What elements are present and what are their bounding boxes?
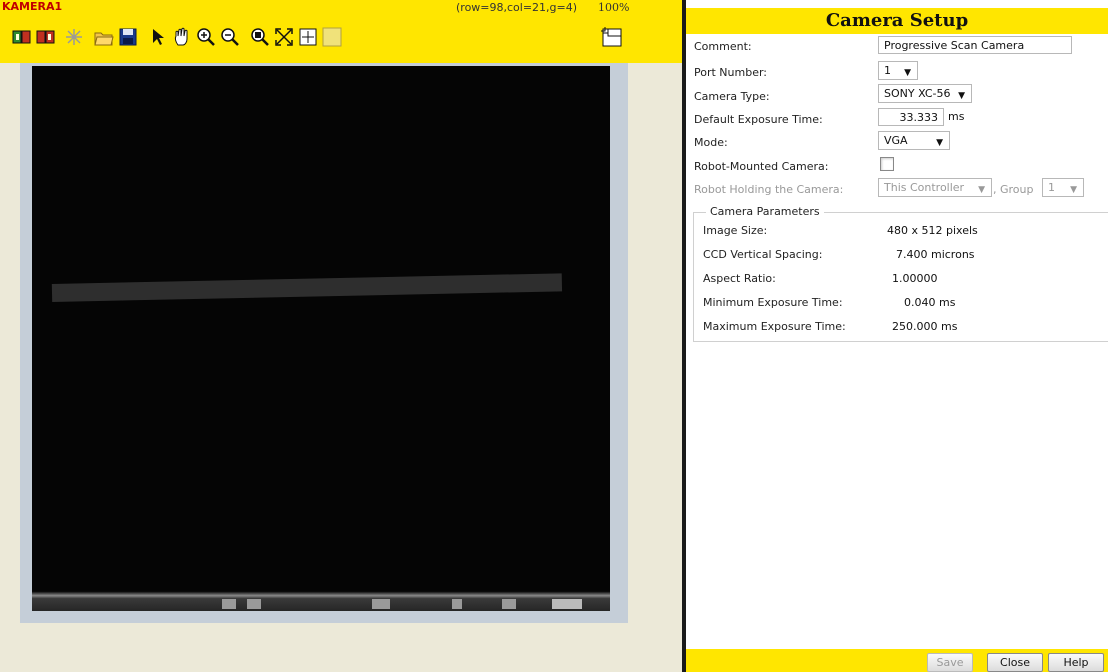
robot-holding-value: This Controller: [884, 181, 965, 194]
camera-image[interactable]: [32, 66, 610, 611]
help-button[interactable]: Help: [1048, 653, 1104, 672]
comment-field[interactable]: Progressive Scan Camera: [878, 36, 1072, 54]
param-value: 0.040 ms: [904, 296, 956, 309]
panel-header: Camera Setup: [686, 8, 1108, 34]
flash-icon[interactable]: [64, 27, 84, 47]
camera-type-value: SONY XC-56: [884, 87, 951, 100]
robot-mounted-label: Robot-Mounted Camera:: [694, 160, 829, 173]
port-value: 1: [884, 64, 891, 77]
open-icon[interactable]: [94, 27, 114, 47]
pointer-icon[interactable]: [148, 27, 168, 47]
window-fit-icon[interactable]: [600, 26, 624, 48]
param-value: 480 x 512 pixels: [887, 224, 978, 237]
camera-parameters-legend: Camera Parameters: [706, 205, 824, 218]
zoom-level: 100%: [598, 1, 630, 14]
camera-setup-panel: Camera Setup Comment: Progressive Scan C…: [686, 0, 1108, 672]
zoom-out-icon[interactable]: [220, 27, 240, 47]
chevron-down-icon: ▼: [978, 185, 985, 195]
exposure-unit: ms: [948, 110, 965, 123]
pixel-coordinates: (row=98,col=21,g=4): [456, 1, 578, 14]
param-label: Minimum Exposure Time:: [703, 296, 843, 309]
image-object: [51, 273, 563, 302]
camera-title: KAMERA1: [2, 0, 63, 13]
robot-holding-label: Robot Holding the Camera:: [694, 183, 844, 196]
save-button[interactable]: Save: [927, 653, 973, 672]
mode-label: Mode:: [694, 136, 728, 149]
exposure-field[interactable]: 33.333: [878, 108, 944, 126]
param-label: Maximum Exposure Time:: [703, 320, 846, 333]
fit-icon[interactable]: [274, 27, 294, 47]
param-value: 7.400 microns: [896, 248, 975, 261]
param-label: CCD Vertical Spacing:: [703, 248, 823, 261]
pan-icon[interactable]: [172, 27, 192, 47]
panel-footer: [686, 649, 1108, 672]
param-value: 250.000 ms: [892, 320, 958, 333]
blank-icon[interactable]: [322, 27, 342, 47]
chevron-down-icon: ▼: [1070, 185, 1077, 195]
chevron-down-icon: ▼: [904, 68, 911, 78]
chevron-down-icon: ▼: [936, 138, 943, 148]
grid-icon[interactable]: [298, 27, 318, 47]
comment-label: Comment:: [694, 40, 752, 53]
group-select: 1 ▼: [1042, 178, 1084, 197]
robot-holding-select: This Controller ▼: [878, 178, 992, 197]
param-value: 1.00000: [892, 272, 938, 285]
image-toolbar: KAMERA1 (row=98,col=21,g=4) 100%: [0, 0, 682, 63]
zoom-box-icon[interactable]: [250, 27, 270, 47]
group-value: 1: [1048, 181, 1055, 194]
mode-value: VGA: [884, 134, 908, 147]
chevron-down-icon: ▼: [958, 91, 965, 101]
port-select[interactable]: 1 ▼: [878, 61, 918, 80]
image-pane: KAMERA1 (row=98,col=21,g=4) 100%: [0, 0, 682, 672]
camera-type-select[interactable]: SONY XC-56 ▼: [878, 84, 972, 103]
camera-type-label: Camera Type:: [694, 90, 770, 103]
robot-mounted-checkbox[interactable]: [880, 157, 894, 171]
param-label: Aspect Ratio:: [703, 272, 776, 285]
exposure-label: Default Exposure Time:: [694, 113, 823, 126]
port-label: Port Number:: [694, 66, 768, 79]
image-bottom-edge: [32, 583, 610, 611]
param-label: Image Size:: [703, 224, 768, 237]
snap-icon[interactable]: [12, 27, 32, 47]
group-label: , Group: [993, 183, 1034, 196]
live-icon[interactable]: [36, 27, 56, 47]
close-button[interactable]: Close: [987, 653, 1043, 672]
zoom-in-icon[interactable]: [196, 27, 216, 47]
mode-select[interactable]: VGA ▼: [878, 131, 950, 150]
save-icon[interactable]: [118, 27, 138, 47]
